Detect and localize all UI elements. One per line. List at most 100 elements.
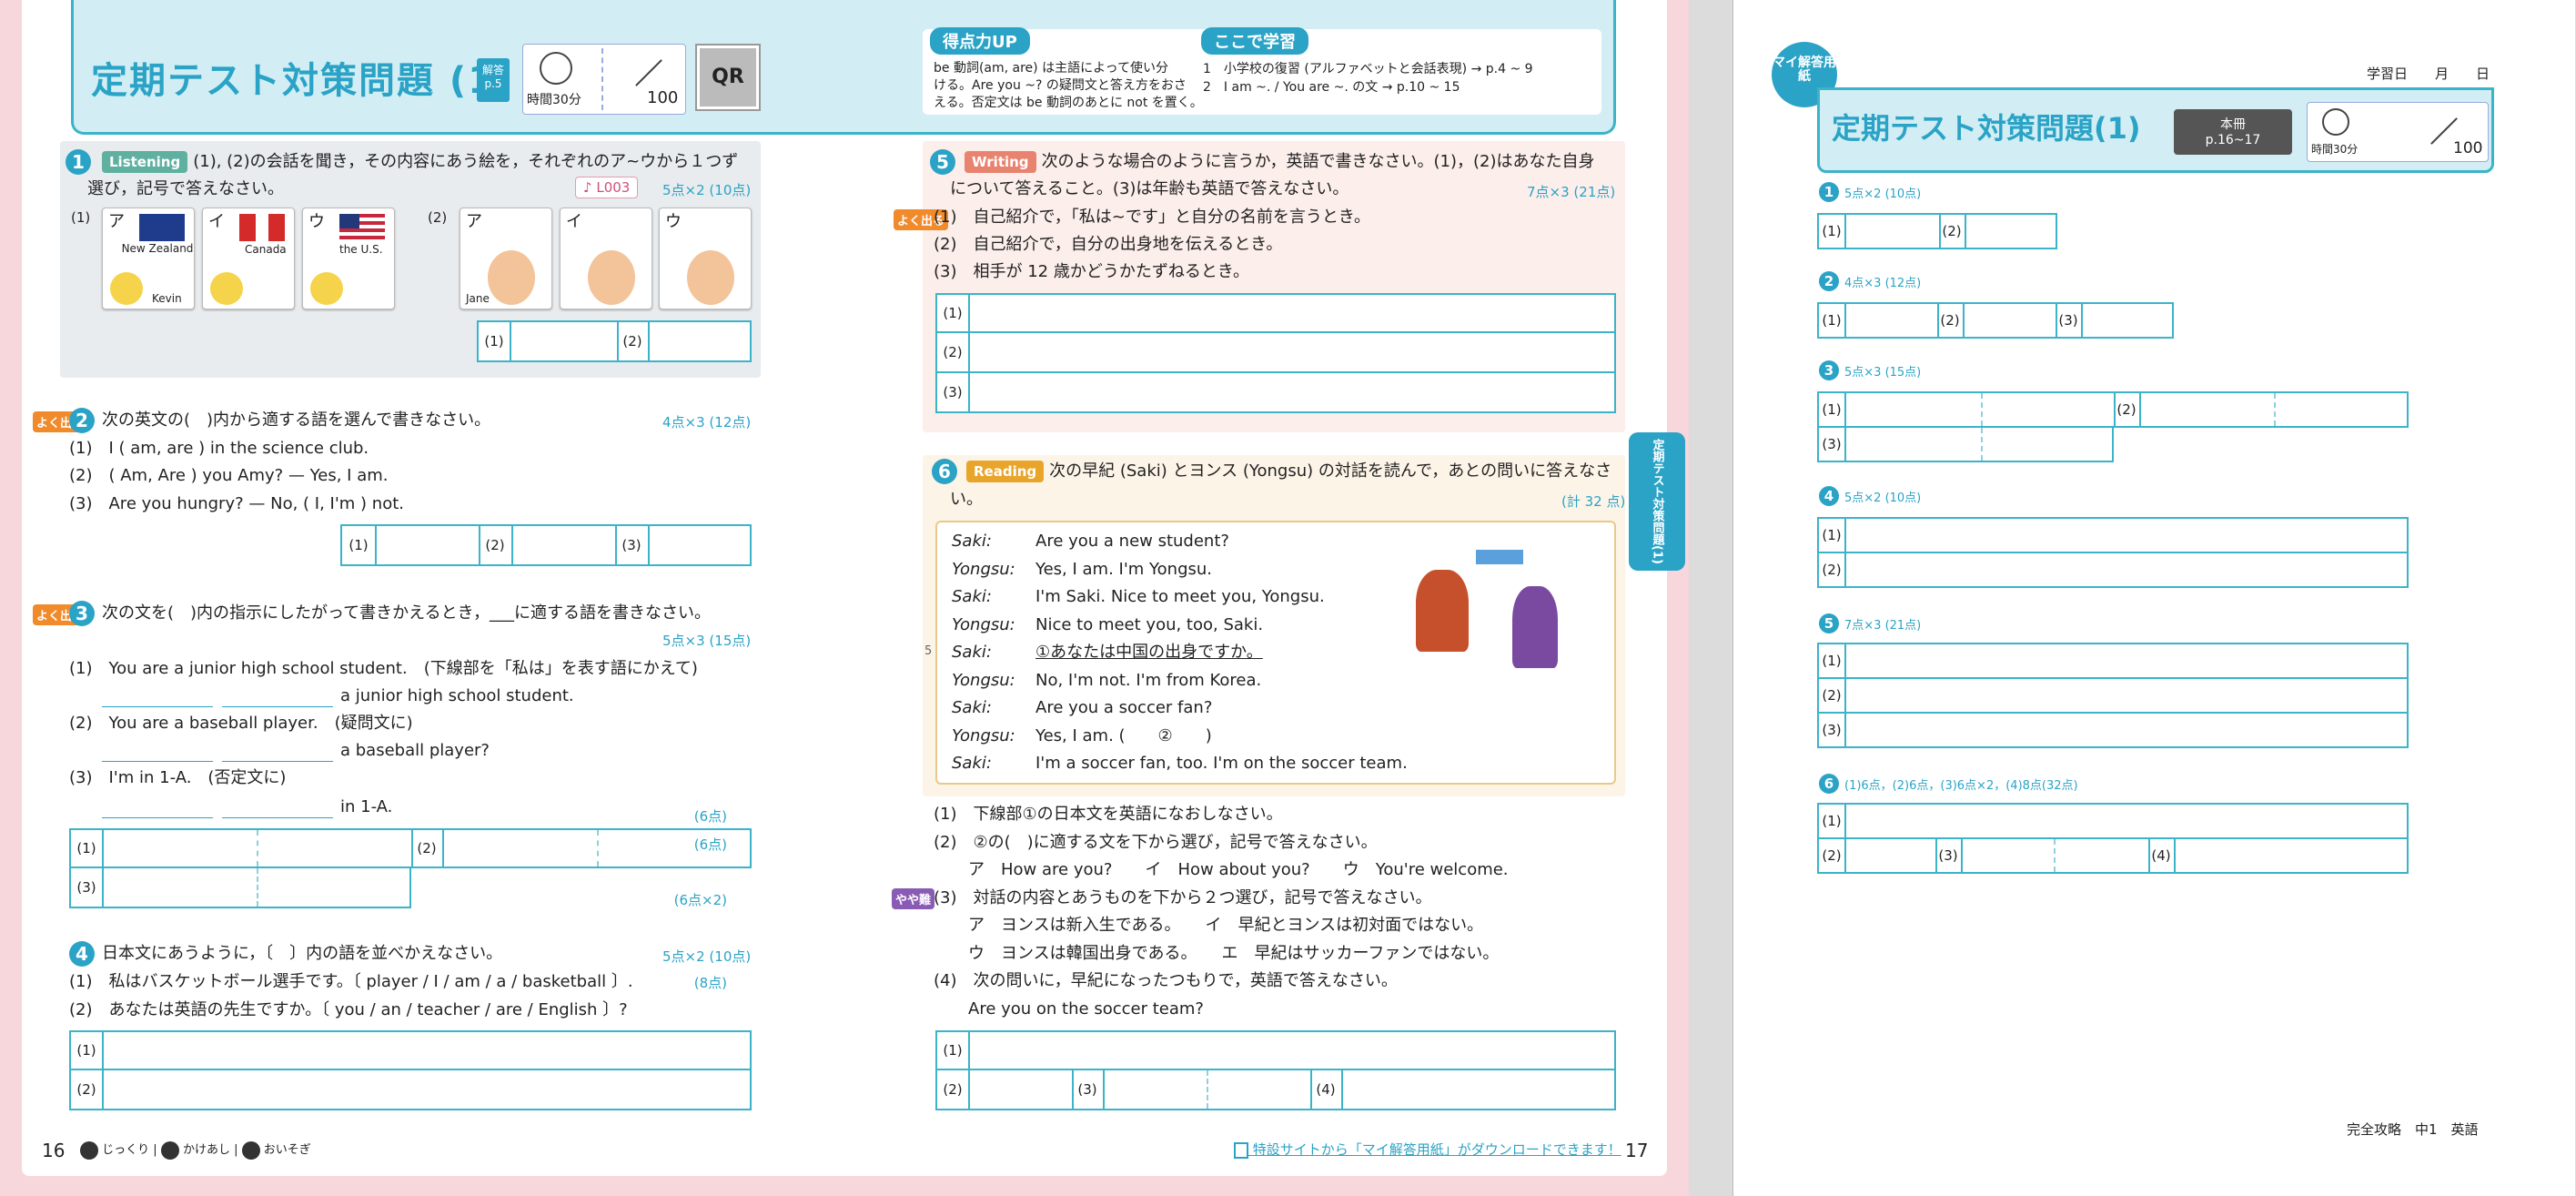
q3-answer-box-3: (3) [69, 868, 411, 908]
my-time-score-box: 時間30分 100 [2307, 102, 2489, 162]
q1-instruction-2: 選び，記号で答えなさい。 [87, 179, 284, 198]
answer-cell[interactable] [2174, 839, 2407, 872]
audio-track-button[interactable]: ♪ L003 [575, 177, 639, 198]
my-q5-row: (1) [1817, 643, 2409, 679]
answer-cell[interactable] [102, 830, 257, 867]
answer-cell[interactable] [102, 1032, 752, 1069]
blank-line[interactable] [102, 817, 213, 818]
answer-cell[interactable] [648, 322, 755, 360]
qr-code[interactable]: QR [695, 44, 761, 111]
answer-label: (1) [1822, 813, 1842, 829]
q3-item-cont: in 1-A. [340, 797, 393, 816]
girl-illustration [1512, 586, 1558, 668]
picture-option[interactable]: イ [560, 208, 652, 309]
answer-cell[interactable] [2139, 393, 2274, 426]
answer-cell[interactable] [2274, 393, 2407, 426]
dialog-line: I'm Saki. Nice to meet you, Yongsu. [1035, 587, 1325, 606]
q3-points: 5点×3 (15点) [662, 633, 752, 649]
picture-option[interactable]: ア Jane [460, 208, 552, 309]
answer-cell[interactable] [2081, 304, 2172, 337]
speaker-name: Yongsu: [952, 670, 1015, 690]
answer-cell[interactable] [597, 830, 752, 867]
answer-cell[interactable] [968, 333, 1616, 371]
answer-cell[interactable] [257, 868, 411, 907]
dialog-line: ①あなたは中国の出身ですか。 [1035, 643, 1263, 662]
answer-label: (3) [2058, 312, 2078, 329]
study-date: 学習日 月 日 [2367, 66, 2490, 82]
answer-cell[interactable] [511, 526, 615, 564]
page-number-left: 16 [42, 1140, 66, 1161]
tokuten-line: ける。Are you ~? の疑問文と答え方をおさ [934, 77, 1187, 93]
q6-subquestion: ア ヨンスは新入生である。 イ 早紀とヨンスは初対面ではない。 [968, 916, 1484, 935]
answer-cell[interactable] [648, 526, 752, 564]
answer-cell[interactable] [968, 1032, 1616, 1069]
question-number: 5 [1819, 613, 1839, 633]
answer-cell[interactable] [1844, 215, 1939, 248]
kaito-label: 解答 [481, 64, 504, 76]
speaker-name: Saki: [952, 643, 992, 662]
answer-cell[interactable] [1961, 839, 2054, 872]
side-tab[interactable]: 定期テスト対策問題(1) [1629, 432, 1685, 571]
picture-option[interactable]: ア New Zealand Kevin [102, 208, 195, 309]
writing-chip: Writing [965, 151, 1036, 173]
answer-cell[interactable] [375, 526, 479, 564]
answer-cell[interactable] [442, 830, 597, 867]
answer-cell[interactable] [1844, 519, 2409, 552]
answer-cell[interactable] [1844, 304, 1937, 337]
answer-label: (1) [1822, 401, 1842, 418]
answer-cell[interactable] [1207, 1070, 1310, 1109]
answer-cell[interactable] [1844, 839, 1935, 872]
answer-label: (3) [1077, 1081, 1097, 1098]
blank-line[interactable] [102, 706, 213, 707]
answer-cell[interactable] [1844, 644, 2409, 677]
difficult-badge: やや難 [892, 888, 935, 909]
blank-line[interactable] [102, 761, 213, 762]
blank-line[interactable] [222, 817, 333, 818]
answer-cell[interactable] [1341, 1070, 1616, 1109]
answer-label: (1) [1822, 223, 1842, 239]
answer-cell[interactable] [102, 868, 257, 907]
answer-label: (2) [943, 344, 963, 360]
answer-cell[interactable] [1844, 714, 2409, 746]
download-link[interactable]: 特設サイトから「マイ解答用紙」がダウンロードできます！ [1234, 1140, 1621, 1159]
country-label: New Zealand [121, 242, 194, 255]
answer-cell[interactable] [510, 322, 617, 360]
answer-cell[interactable] [1981, 393, 2114, 426]
answer-cell[interactable] [1844, 393, 1981, 426]
answer-cell[interactable] [1965, 215, 2057, 248]
q3-item-cont: a baseball player? [340, 741, 490, 760]
option-key: ウ [308, 212, 325, 231]
picture-option[interactable]: ウ [659, 208, 752, 309]
answer-cell[interactable] [1844, 428, 1981, 461]
answer-cell[interactable] [1103, 1070, 1207, 1109]
blank-line[interactable] [222, 706, 333, 707]
kaito-tag: 解答 p.5 [477, 58, 510, 102]
answer-cell[interactable] [1844, 679, 2409, 712]
subquestion-points: (6点) [693, 836, 727, 853]
honsatsu-pages: p.16~17 [2205, 133, 2261, 147]
answer-cell[interactable] [257, 830, 411, 867]
answer-label: (1) [349, 537, 369, 553]
answer-cell[interactable] [102, 1070, 752, 1109]
picture-option[interactable]: イ Canada [202, 208, 295, 309]
answer-cell[interactable] [1963, 304, 2056, 337]
question-number: 1 [1819, 182, 1839, 202]
answer-cell[interactable] [968, 373, 1616, 411]
answer-cell[interactable] [1981, 428, 2112, 461]
picture-option[interactable]: ウ the U.S. [302, 208, 395, 309]
question-number: 6 [932, 459, 957, 484]
boy-icon [210, 272, 243, 305]
answer-cell[interactable] [2054, 839, 2148, 872]
score-total: 100 [647, 88, 679, 107]
answer-cell[interactable] [1844, 805, 2409, 837]
koko-text: 1 小学校の復習 (アルファベットと会話表現) → p.4 ~ 9 2 I am… [1203, 60, 1533, 97]
download-icon [1234, 1141, 1248, 1159]
answer-cell[interactable] [1844, 553, 2409, 586]
koko-item: 1 小学校の復習 (アルファベットと会話表現) → p.4 ~ 9 [1203, 62, 1533, 76]
answer-cell[interactable] [968, 1070, 1072, 1109]
boy-illustration [1416, 570, 1469, 652]
answer-cell[interactable] [968, 295, 1616, 331]
my-q-points: 5点×2 (10点) [1844, 492, 1922, 505]
blank-line[interactable] [222, 761, 333, 762]
my-answer-sheet: マイ解答用紙 学習日 月 日 定期テスト対策問題(1) 本冊 p.16~17 時間… [1732, 0, 2575, 1196]
